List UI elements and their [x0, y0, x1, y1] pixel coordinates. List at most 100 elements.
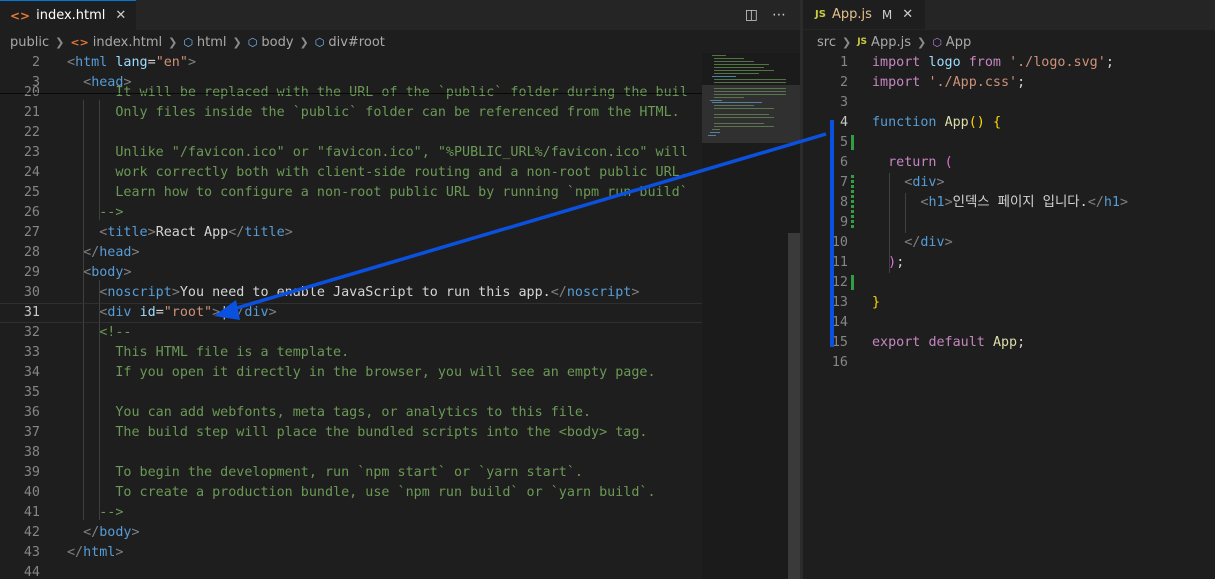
code-token: function [872, 115, 937, 130]
line-number: 12 [831, 275, 848, 290]
cube-icon: ⬡ [247, 35, 258, 49]
code-token: Unlike "/favicon.ico" or "favicon.ico", … [67, 145, 688, 160]
code-line[interactable]: 5 [803, 133, 1215, 153]
code-line[interactable]: 42 </body> [0, 523, 800, 543]
code-line[interactable]: 15 export default App; [803, 333, 1215, 353]
code-text: --> [67, 503, 123, 523]
code-token: This HTML file is a template. [67, 345, 350, 360]
indent-guide [889, 173, 890, 273]
breadcrumb-element[interactable]: body [261, 35, 293, 50]
code-line[interactable]: 2 import './App.css'; [803, 73, 1215, 93]
code-line[interactable]: 6 return ( [803, 153, 1215, 173]
code-token: title [244, 225, 285, 240]
breadcrumb-element[interactable]: div#root [328, 35, 385, 50]
line-number: 23 [23, 145, 40, 160]
line-number: 26 [23, 205, 40, 220]
code-text: --> [67, 203, 123, 223]
code-line[interactable]: 23 Unlike "/favicon.ico" or "favicon.ico… [0, 143, 800, 163]
code-text: return ( [872, 153, 953, 173]
code-line[interactable]: 26 --> [0, 203, 800, 223]
code-token: ( [944, 155, 953, 170]
code-line[interactable]: 43 </html> [0, 543, 800, 563]
html-file-icon: <> [70, 35, 89, 49]
code-text: import './App.css'; [872, 73, 1025, 93]
code-line[interactable]: 11 ); [803, 253, 1215, 273]
code-line[interactable]: 28 </head> [0, 243, 800, 263]
code-token: div [912, 175, 937, 190]
code-line[interactable]: 10 </div> [803, 233, 1215, 253]
code-line[interactable]: 22 [0, 123, 800, 143]
code-token: import [872, 55, 921, 70]
code-text: <h1>인덱스 페이지 입니다.</h1> [872, 193, 1128, 213]
split-editor-icon[interactable]: ◫ [745, 7, 758, 23]
code-text: <html lang="en"> [67, 53, 196, 73]
code-line[interactable]: 34 If you open it directly in the browse… [0, 363, 800, 383]
code-token: = [147, 55, 156, 70]
scrollbar-thumb[interactable] [788, 233, 800, 579]
code-text: You can add webfonts, meta tags, or anal… [67, 403, 591, 423]
breadcrumb-file[interactable]: index.html [93, 35, 162, 50]
code-line[interactable]: 8 <h1>인덱스 페이지 입니다.</h1> [803, 193, 1215, 213]
code-line[interactable]: 35 [0, 383, 800, 403]
code-line[interactable]: 30 <noscript>You need to enable JavaScri… [0, 283, 800, 303]
code-line[interactable]: 27 <title>React App</title> [0, 223, 800, 243]
code-line[interactable]: 32 <!-- [0, 323, 800, 343]
code-line[interactable]: 2 <html lang="en"> [0, 53, 800, 73]
code-line[interactable]: 41 --> [0, 503, 800, 523]
code-line[interactable]: 25 Learn how to configure a non-root pub… [0, 183, 800, 203]
more-actions-icon[interactable]: ⋯ [772, 7, 786, 23]
code-line[interactable]: 14 [803, 313, 1215, 333]
code-line[interactable]: 44 [0, 563, 800, 579]
code-text: </html> [67, 543, 123, 563]
code-line[interactable]: 36 You can add webfonts, meta tags, or a… [0, 403, 800, 423]
code-line[interactable]: 4 function App() { [803, 113, 1215, 133]
code-token: > [631, 285, 640, 300]
code-token: body [91, 265, 124, 280]
code-line[interactable]: 33 This HTML file is a template. [0, 343, 800, 363]
code-line[interactable]: 38 [0, 443, 800, 463]
code-token: </ [83, 525, 100, 540]
code-line[interactable]: 21 Only files inside the `public` folder… [0, 103, 800, 123]
tab-index-html[interactable]: <> index.html ✕ [0, 0, 137, 30]
code-token: title [107, 225, 148, 240]
code-token: work correctly both with client-side rou… [67, 165, 688, 180]
code-line[interactable]: 40 To create a production bundle, use `n… [0, 483, 800, 503]
code-token: export [872, 335, 921, 350]
chevron-right-icon: ❯ [299, 35, 309, 49]
breadcrumb-symbol[interactable]: App [946, 35, 971, 50]
code-token: > [1119, 195, 1128, 210]
minimap-viewport[interactable] [702, 85, 800, 143]
close-icon[interactable]: ✕ [115, 8, 126, 23]
code-token: React App [155, 225, 229, 240]
breadcrumb-folder[interactable]: src [817, 35, 836, 50]
line-number: 38 [23, 445, 40, 460]
code-line[interactable]: 7 <div> [803, 173, 1215, 193]
code-line[interactable]: 13} [803, 293, 1215, 313]
minimap[interactable] [702, 53, 800, 579]
code-line[interactable]: 39 To begin the development, run `npm st… [0, 463, 800, 483]
code-text: </div> [872, 233, 952, 253]
line-number: 9 [839, 215, 848, 230]
javascript-file-icon: JS [857, 37, 868, 47]
code-line[interactable]: 9 [803, 213, 1215, 233]
code-line[interactable]: 16 [803, 353, 1215, 373]
code-text: import logo from './logo.svg'; [872, 53, 1114, 73]
code-line[interactable]: 29 <body> [0, 263, 800, 283]
code-line[interactable]: 1 import logo from './logo.svg'; [803, 53, 1215, 73]
tab-app-js[interactable]: JS App.js M ✕ [803, 0, 926, 29]
code-token: > [131, 245, 140, 260]
line-number: 4 [839, 115, 848, 130]
code-token: > [131, 525, 140, 540]
code-line[interactable]: 12 [803, 273, 1215, 293]
line-number: 1 [839, 55, 848, 70]
breadcrumb-element[interactable]: html [197, 35, 227, 50]
code-token: </ [83, 245, 100, 260]
code-line[interactable]: 3 [803, 93, 1215, 113]
code-line[interactable]: 37 The build step will place the bundled… [0, 423, 800, 443]
close-icon[interactable]: ✕ [902, 7, 913, 22]
breadcrumb-file[interactable]: App.js [871, 35, 911, 50]
breadcrumb-folder[interactable]: public [10, 35, 49, 50]
code-line[interactable]: 24 work correctly both with client-side … [0, 163, 800, 183]
cube-icon: ⬡ [932, 35, 942, 49]
